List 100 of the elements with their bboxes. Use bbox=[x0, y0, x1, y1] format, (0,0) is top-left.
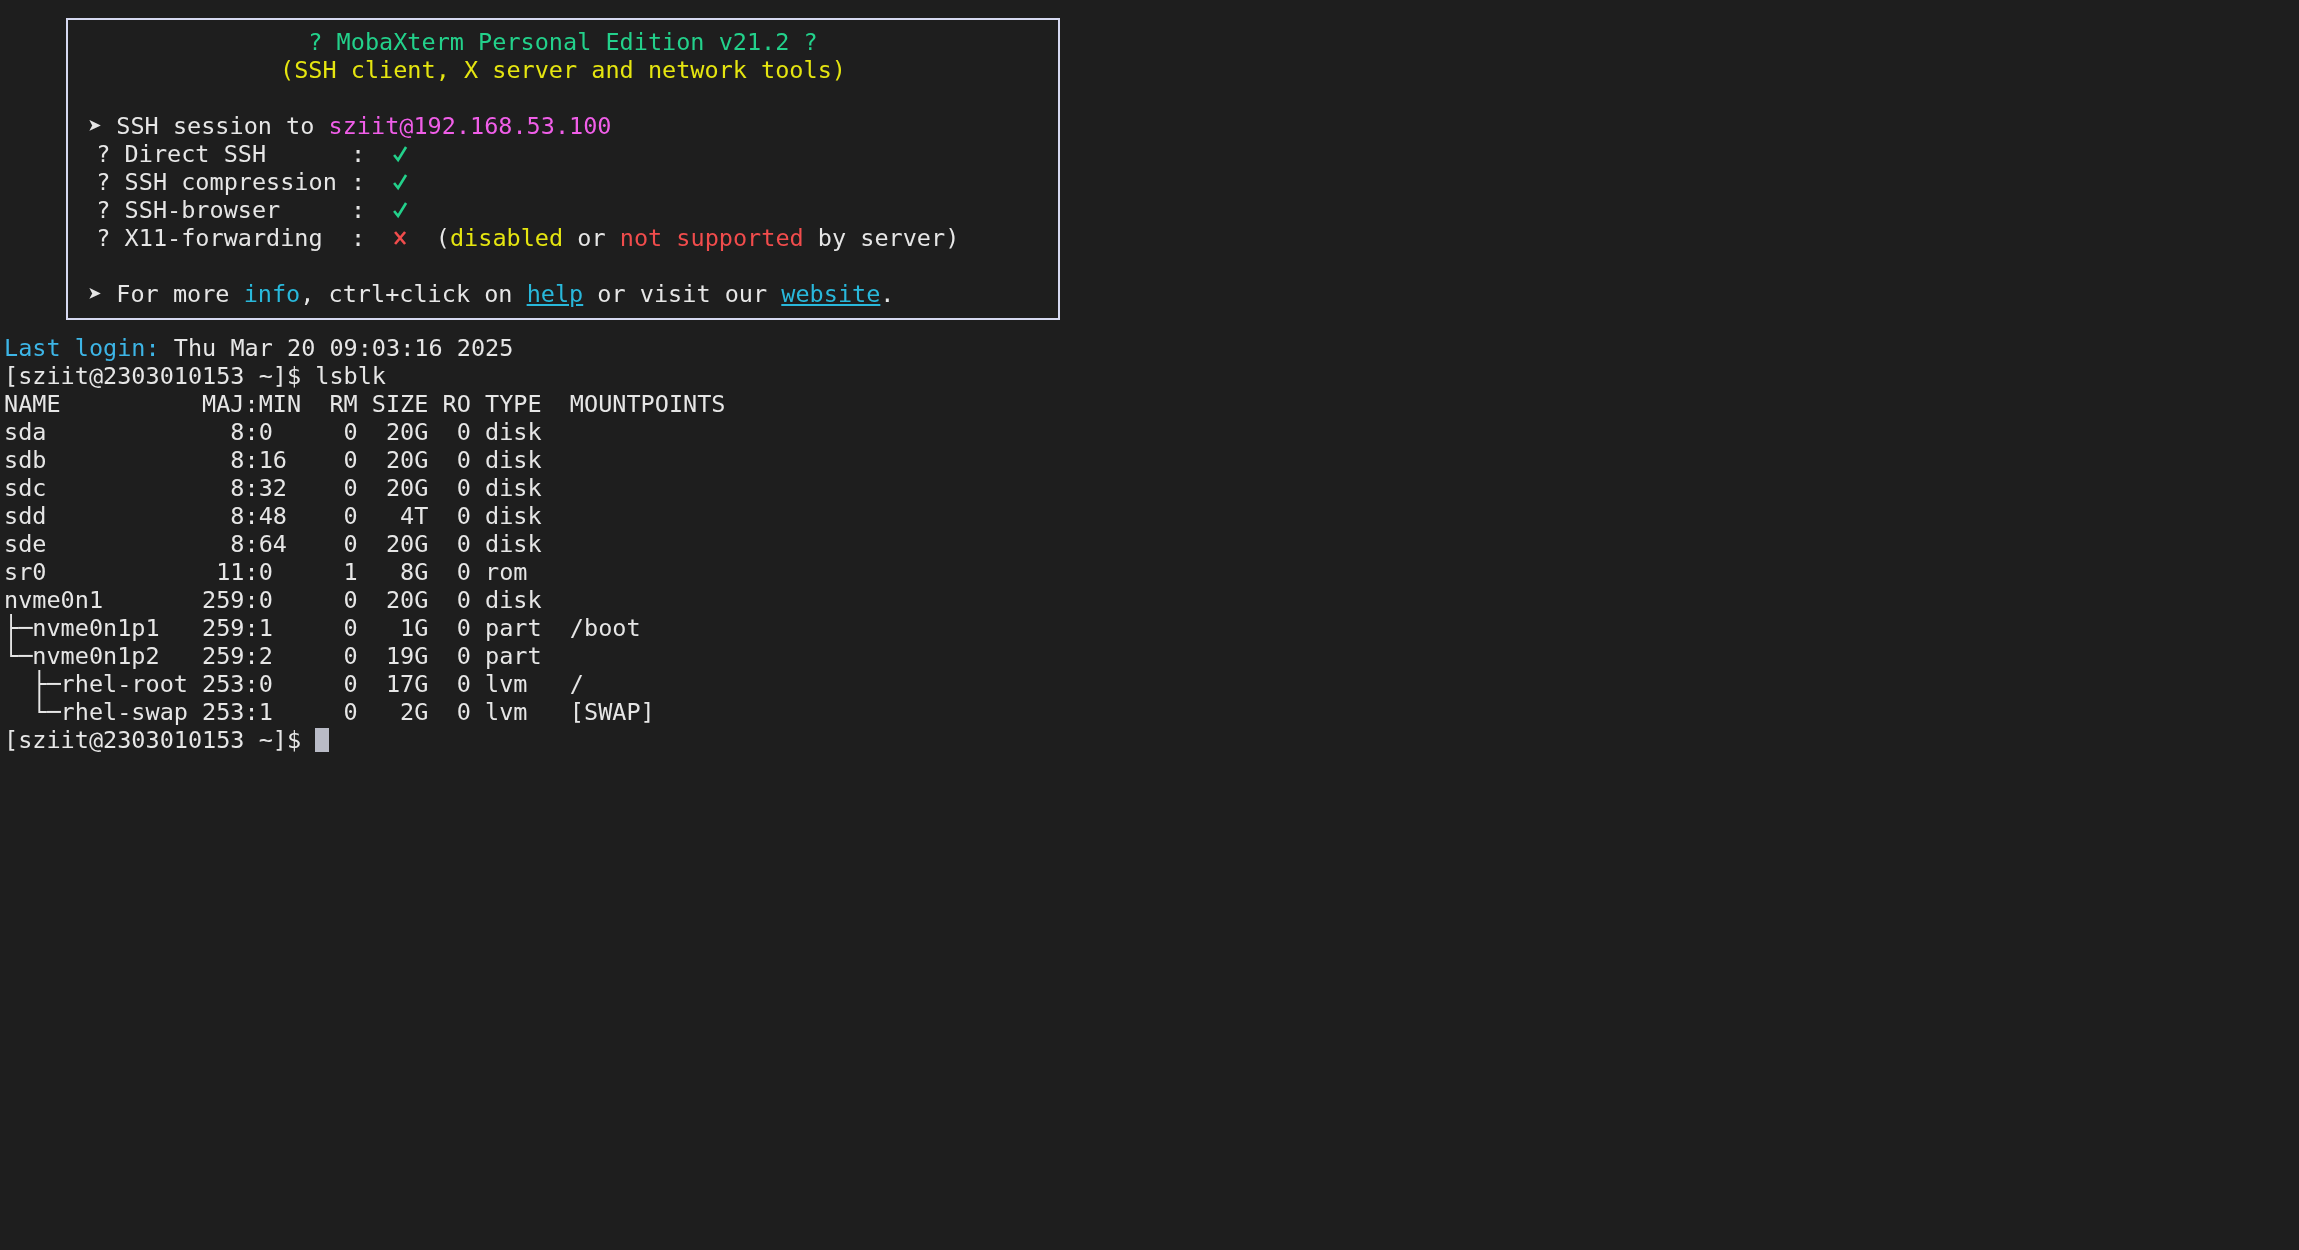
table-cell-text: 0 bbox=[455, 670, 471, 698]
table-cell-text: ├─rhel-root bbox=[31, 670, 188, 698]
column-header: SIZE bbox=[370, 390, 429, 418]
table-cell-text: /boot bbox=[568, 614, 641, 642]
table-cell-text: └─rhel-swap bbox=[31, 698, 188, 726]
table-cell-text: 8G bbox=[399, 558, 429, 586]
table-cell-text: 0 bbox=[455, 502, 471, 530]
table-cell-text: sr0 bbox=[4, 558, 48, 586]
table-cell-text: sdb bbox=[4, 446, 48, 474]
feature-marker: ? bbox=[96, 224, 111, 252]
table-cell-text: nvme0n1 bbox=[4, 586, 105, 614]
table-cell-text: part bbox=[484, 614, 543, 642]
info-text: For more info, ctrl+click on help or visit our website. bbox=[116, 280, 895, 308]
text-cursor bbox=[315, 728, 330, 752]
table-cell-text: disk bbox=[484, 586, 543, 614]
table-cell-text: lvm bbox=[484, 670, 529, 698]
table-cell-text: 0 bbox=[342, 530, 358, 558]
table-cell-text: └─nvme0n1p2 bbox=[4, 642, 161, 670]
table-cell-text: 0 bbox=[342, 642, 358, 670]
table-cell-text: 1G bbox=[399, 614, 429, 642]
shell-prompt: [sziit@2303010153 ~]$ bbox=[4, 362, 302, 390]
table-cell-text: disk bbox=[484, 418, 543, 446]
table-cell-text: 0 bbox=[455, 698, 471, 726]
column-header: MAJ:MIN bbox=[201, 390, 303, 418]
table-cell-text: 20G bbox=[384, 530, 429, 558]
table-cell-text: 259:1 bbox=[201, 614, 274, 642]
feature-separator: : bbox=[350, 224, 366, 252]
banner-subtitle: (SSH client, X server and network tools) bbox=[280, 56, 846, 84]
table-cell-text: 0 bbox=[342, 586, 358, 614]
table-cell-text: sde bbox=[4, 530, 48, 558]
table-cell-text: 8:48 bbox=[229, 502, 288, 530]
feature-marker: ? bbox=[96, 196, 111, 224]
table-cell-text: 2G bbox=[399, 698, 429, 726]
table-cell-text: 0 bbox=[455, 614, 471, 642]
typed-command: lsblk bbox=[315, 362, 387, 390]
table-cell-text: 20G bbox=[384, 446, 429, 474]
table-cell-text: disk bbox=[484, 530, 543, 558]
table-cell-text: 0 bbox=[342, 502, 358, 530]
table-cell-text: 0 bbox=[455, 446, 471, 474]
feature-separator: : bbox=[350, 140, 366, 168]
text-link[interactable]: help bbox=[526, 280, 584, 308]
table-cell-text: 0 bbox=[342, 670, 358, 698]
table-cell-text: 0 bbox=[455, 586, 471, 614]
column-header: MOUNTPOINTS bbox=[568, 390, 726, 418]
last-login-label: Last login: bbox=[4, 334, 160, 362]
table-cell-text: 0 bbox=[342, 446, 358, 474]
table-cell-text: sda bbox=[4, 418, 48, 446]
table-cell-text: sdd bbox=[4, 502, 48, 530]
feature-marker: ? bbox=[96, 168, 111, 196]
feature-label: X11-forwarding bbox=[124, 224, 324, 252]
table-cell-text: 20G bbox=[384, 586, 429, 614]
table-cell-text: 8:64 bbox=[229, 530, 288, 558]
banner-title: ? MobaXterm Personal Edition v21.2 ? bbox=[308, 28, 818, 56]
bullet-arrow: ➤ bbox=[88, 112, 103, 140]
feature-note: (disabled or not supported by server) bbox=[435, 224, 960, 252]
feature-separator: : bbox=[350, 196, 366, 224]
table-cell-text: 0 bbox=[455, 558, 471, 586]
table-cell-text: 0 bbox=[455, 474, 471, 502]
table-cell-text: part bbox=[484, 642, 543, 670]
table-cell-text: disk bbox=[484, 446, 543, 474]
table-cell-text: lvm bbox=[484, 698, 529, 726]
shell-prompt: [sziit@2303010153 ~]$ bbox=[4, 726, 302, 754]
table-cell-text: / bbox=[568, 670, 584, 698]
session-label: SSH session to bbox=[116, 112, 315, 140]
table-cell-text: 253:0 bbox=[201, 670, 274, 698]
table-cell-text: 259:2 bbox=[201, 642, 274, 670]
table-cell-text: 1 bbox=[342, 558, 358, 586]
table-cell-text: rom bbox=[484, 558, 529, 586]
column-header: TYPE bbox=[484, 390, 543, 418]
table-cell-text: 0 bbox=[342, 474, 358, 502]
bullet-arrow: ➤ bbox=[88, 280, 103, 308]
feature-marker: ? bbox=[96, 140, 111, 168]
table-cell-text: 0 bbox=[455, 642, 471, 670]
table-cell-text: 0 bbox=[342, 698, 358, 726]
table-cell-text: 4T bbox=[399, 502, 429, 530]
table-cell-text: 19G bbox=[384, 642, 429, 670]
column-header: RO bbox=[441, 390, 471, 418]
host-address: sziit@192.168.53.100 bbox=[328, 112, 612, 140]
feature-separator: : bbox=[350, 168, 366, 196]
text-link[interactable]: website bbox=[781, 280, 881, 308]
table-cell-text: 17G bbox=[384, 670, 429, 698]
table-cell-text: [SWAP] bbox=[568, 698, 655, 726]
table-cell-text: 20G bbox=[384, 474, 429, 502]
table-cell-text: 8:32 bbox=[229, 474, 288, 502]
table-cell-text: 8:0 bbox=[229, 418, 274, 446]
column-header: RM bbox=[328, 390, 358, 418]
column-header: NAME bbox=[4, 390, 62, 418]
feature-label: SSH-browser bbox=[124, 196, 282, 224]
table-cell-text: disk bbox=[484, 502, 543, 530]
table-cell-text: 259:0 bbox=[201, 586, 274, 614]
feature-label: SSH compression bbox=[124, 168, 338, 196]
table-cell-text: ├─nvme0n1p1 bbox=[4, 614, 161, 642]
table-cell-text: sdc bbox=[4, 474, 48, 502]
table-cell-text: 8:16 bbox=[229, 446, 288, 474]
table-cell-text: 0 bbox=[342, 614, 358, 642]
table-cell-text: 0 bbox=[455, 530, 471, 558]
table-cell-text: 253:1 bbox=[201, 698, 274, 726]
feature-label: Direct SSH bbox=[124, 140, 268, 168]
table-cell-text: 0 bbox=[455, 418, 471, 446]
table-cell-text: 11:0 bbox=[215, 558, 274, 586]
